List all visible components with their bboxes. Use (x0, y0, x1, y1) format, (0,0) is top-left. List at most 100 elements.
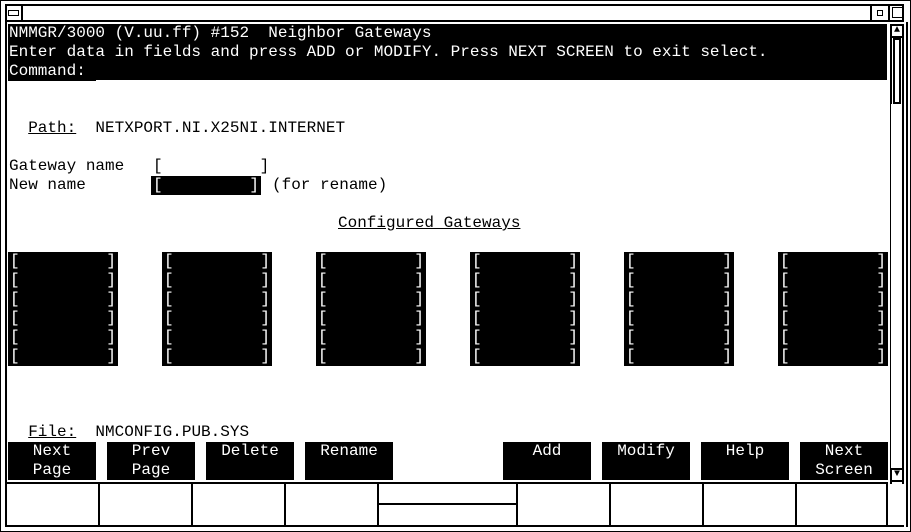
arrow-up-icon: ▲ (893, 25, 900, 36)
gateway-entry-field[interactable]: [] (778, 347, 888, 366)
window-menu-button[interactable] (5, 4, 23, 22)
softkey-slot[interactable] (518, 484, 611, 525)
gateway-entry-field[interactable]: [] (778, 290, 888, 309)
gateway-entry-field[interactable]: [] (778, 271, 888, 290)
maximize-button[interactable] (888, 4, 904, 22)
bracket-right: ] (568, 252, 578, 270)
gateway-entry-field[interactable]: [] (316, 309, 426, 328)
bracket-left: [ (318, 290, 328, 308)
bracket-left: [ (164, 309, 174, 327)
bracket-right: ] (568, 271, 578, 289)
gateway-entry-field[interactable]: [] (624, 252, 734, 271)
gateway-entry-field[interactable]: [] (624, 290, 734, 309)
bracket-right: ] (414, 309, 424, 327)
bracket-left: [ (626, 271, 636, 289)
bracket-right: ] (722, 309, 732, 327)
gateway-entry-field[interactable]: [] (470, 347, 580, 366)
bracket-left: [ (780, 328, 790, 346)
gateway-entry-field[interactable]: [] (8, 271, 118, 290)
softkey-slot[interactable] (379, 484, 518, 525)
file-row: File: NMCONFIG.PUB.SYS (9, 404, 249, 442)
help-button[interactable]: Help (701, 442, 789, 480)
gateway-column: [][][][][][] (316, 252, 426, 366)
scroll-down-button[interactable]: ▼ (890, 468, 904, 482)
gateway-entry-field[interactable]: [] (162, 252, 272, 271)
add-button[interactable]: Add (503, 442, 591, 480)
bracket-left: [ (164, 252, 174, 270)
bracket-left: [ (780, 347, 790, 365)
bracket-right: ] (414, 328, 424, 346)
gateway-entry-field[interactable]: [] (470, 309, 580, 328)
gateway-entry-field[interactable]: [] (470, 252, 580, 271)
gateway-entry-field[interactable]: [] (316, 290, 426, 309)
bracket-left: [ (10, 290, 20, 308)
delete-button[interactable]: Delete (206, 442, 294, 480)
bracket-left: [ (626, 347, 636, 365)
gateway-entry-field[interactable]: [] (8, 309, 118, 328)
gateway-entry-field[interactable]: [] (778, 252, 888, 271)
gateway-entry-field[interactable]: [] (8, 290, 118, 309)
bracket-left: [ (164, 290, 174, 308)
softkey-slot[interactable] (286, 484, 379, 525)
modify-button[interactable]: Modify (602, 442, 690, 480)
softkey-slot[interactable] (704, 484, 797, 525)
gateway-entry-field[interactable]: [] (162, 347, 272, 366)
gateway-entry-field[interactable]: [] (316, 271, 426, 290)
bracket-left: [ (472, 347, 482, 365)
scrollbar-track[interactable] (891, 104, 902, 468)
bracket-right: ] (722, 328, 732, 346)
gateway-entry-field[interactable]: [] (162, 309, 272, 328)
prev-page-button[interactable]: Prev Page (107, 442, 195, 480)
gateway-entry-field[interactable]: [] (162, 290, 272, 309)
new-name-field[interactable]: [] (151, 176, 261, 195)
minimize-button[interactable] (870, 4, 888, 22)
softkey-slot[interactable] (193, 484, 286, 525)
bracket-right: ] (876, 271, 886, 289)
gateway-entry-field[interactable]: [] (316, 252, 426, 271)
title-bar[interactable] (5, 4, 904, 22)
gateway-entry-field[interactable]: [] (624, 309, 734, 328)
bracket-left: [ (10, 347, 20, 365)
gateway-entry-field[interactable]: [] (8, 252, 118, 271)
gateway-column: [][][][][][] (624, 252, 734, 366)
gateway-name-field[interactable]: [] (153, 157, 269, 176)
bracket-right: ] (106, 347, 116, 365)
bracket-right: ] (260, 290, 270, 308)
gateway-entry-field[interactable]: [] (162, 271, 272, 290)
softkey-slot[interactable] (611, 484, 704, 525)
gateway-entry-field[interactable]: [] (470, 328, 580, 347)
gateway-entry-field[interactable]: [] (470, 290, 580, 309)
gateway-entry-field[interactable]: [] (778, 328, 888, 347)
gateway-entry-field[interactable]: [] (8, 347, 118, 366)
command-label: Command: (9, 62, 86, 80)
softkey-slot[interactable] (100, 484, 193, 525)
gateway-entry-field[interactable]: [] (316, 328, 426, 347)
gateway-column: [][][][][][] (470, 252, 580, 366)
bracket-left: [ (10, 309, 20, 327)
window-right-border (906, 22, 908, 527)
gateway-entry-field[interactable]: [] (778, 309, 888, 328)
next-page-button[interactable]: Next Page (8, 442, 96, 480)
gateway-entry-field[interactable]: [] (162, 328, 272, 347)
bracket-right: ] (414, 271, 424, 289)
bracket-left: [ (472, 328, 482, 346)
softkey-slot[interactable] (797, 484, 888, 525)
new-name-label: New name (9, 176, 86, 194)
gateway-entry-field[interactable]: [] (624, 328, 734, 347)
gateway-entry-field[interactable]: [] (624, 347, 734, 366)
next-screen-button[interactable]: Next Screen (800, 442, 888, 480)
scrollbar-thumb[interactable] (893, 38, 901, 104)
bracket-right: ] (876, 252, 886, 270)
scroll-up-button[interactable]: ▲ (890, 24, 904, 38)
bracket-left: [ (164, 347, 174, 365)
bracket-right: ] (568, 290, 578, 308)
gateway-entry-field[interactable]: [] (470, 271, 580, 290)
softkey-slot[interactable] (7, 484, 100, 525)
rename-button[interactable]: Rename (305, 442, 393, 480)
gateway-entry-field[interactable]: [] (624, 271, 734, 290)
bracket-left: [ (472, 271, 482, 289)
command-input[interactable] (96, 80, 887, 81)
bracket-left: [ (318, 271, 328, 289)
gateway-entry-field[interactable]: [] (8, 328, 118, 347)
gateway-entry-field[interactable]: [] (316, 347, 426, 366)
